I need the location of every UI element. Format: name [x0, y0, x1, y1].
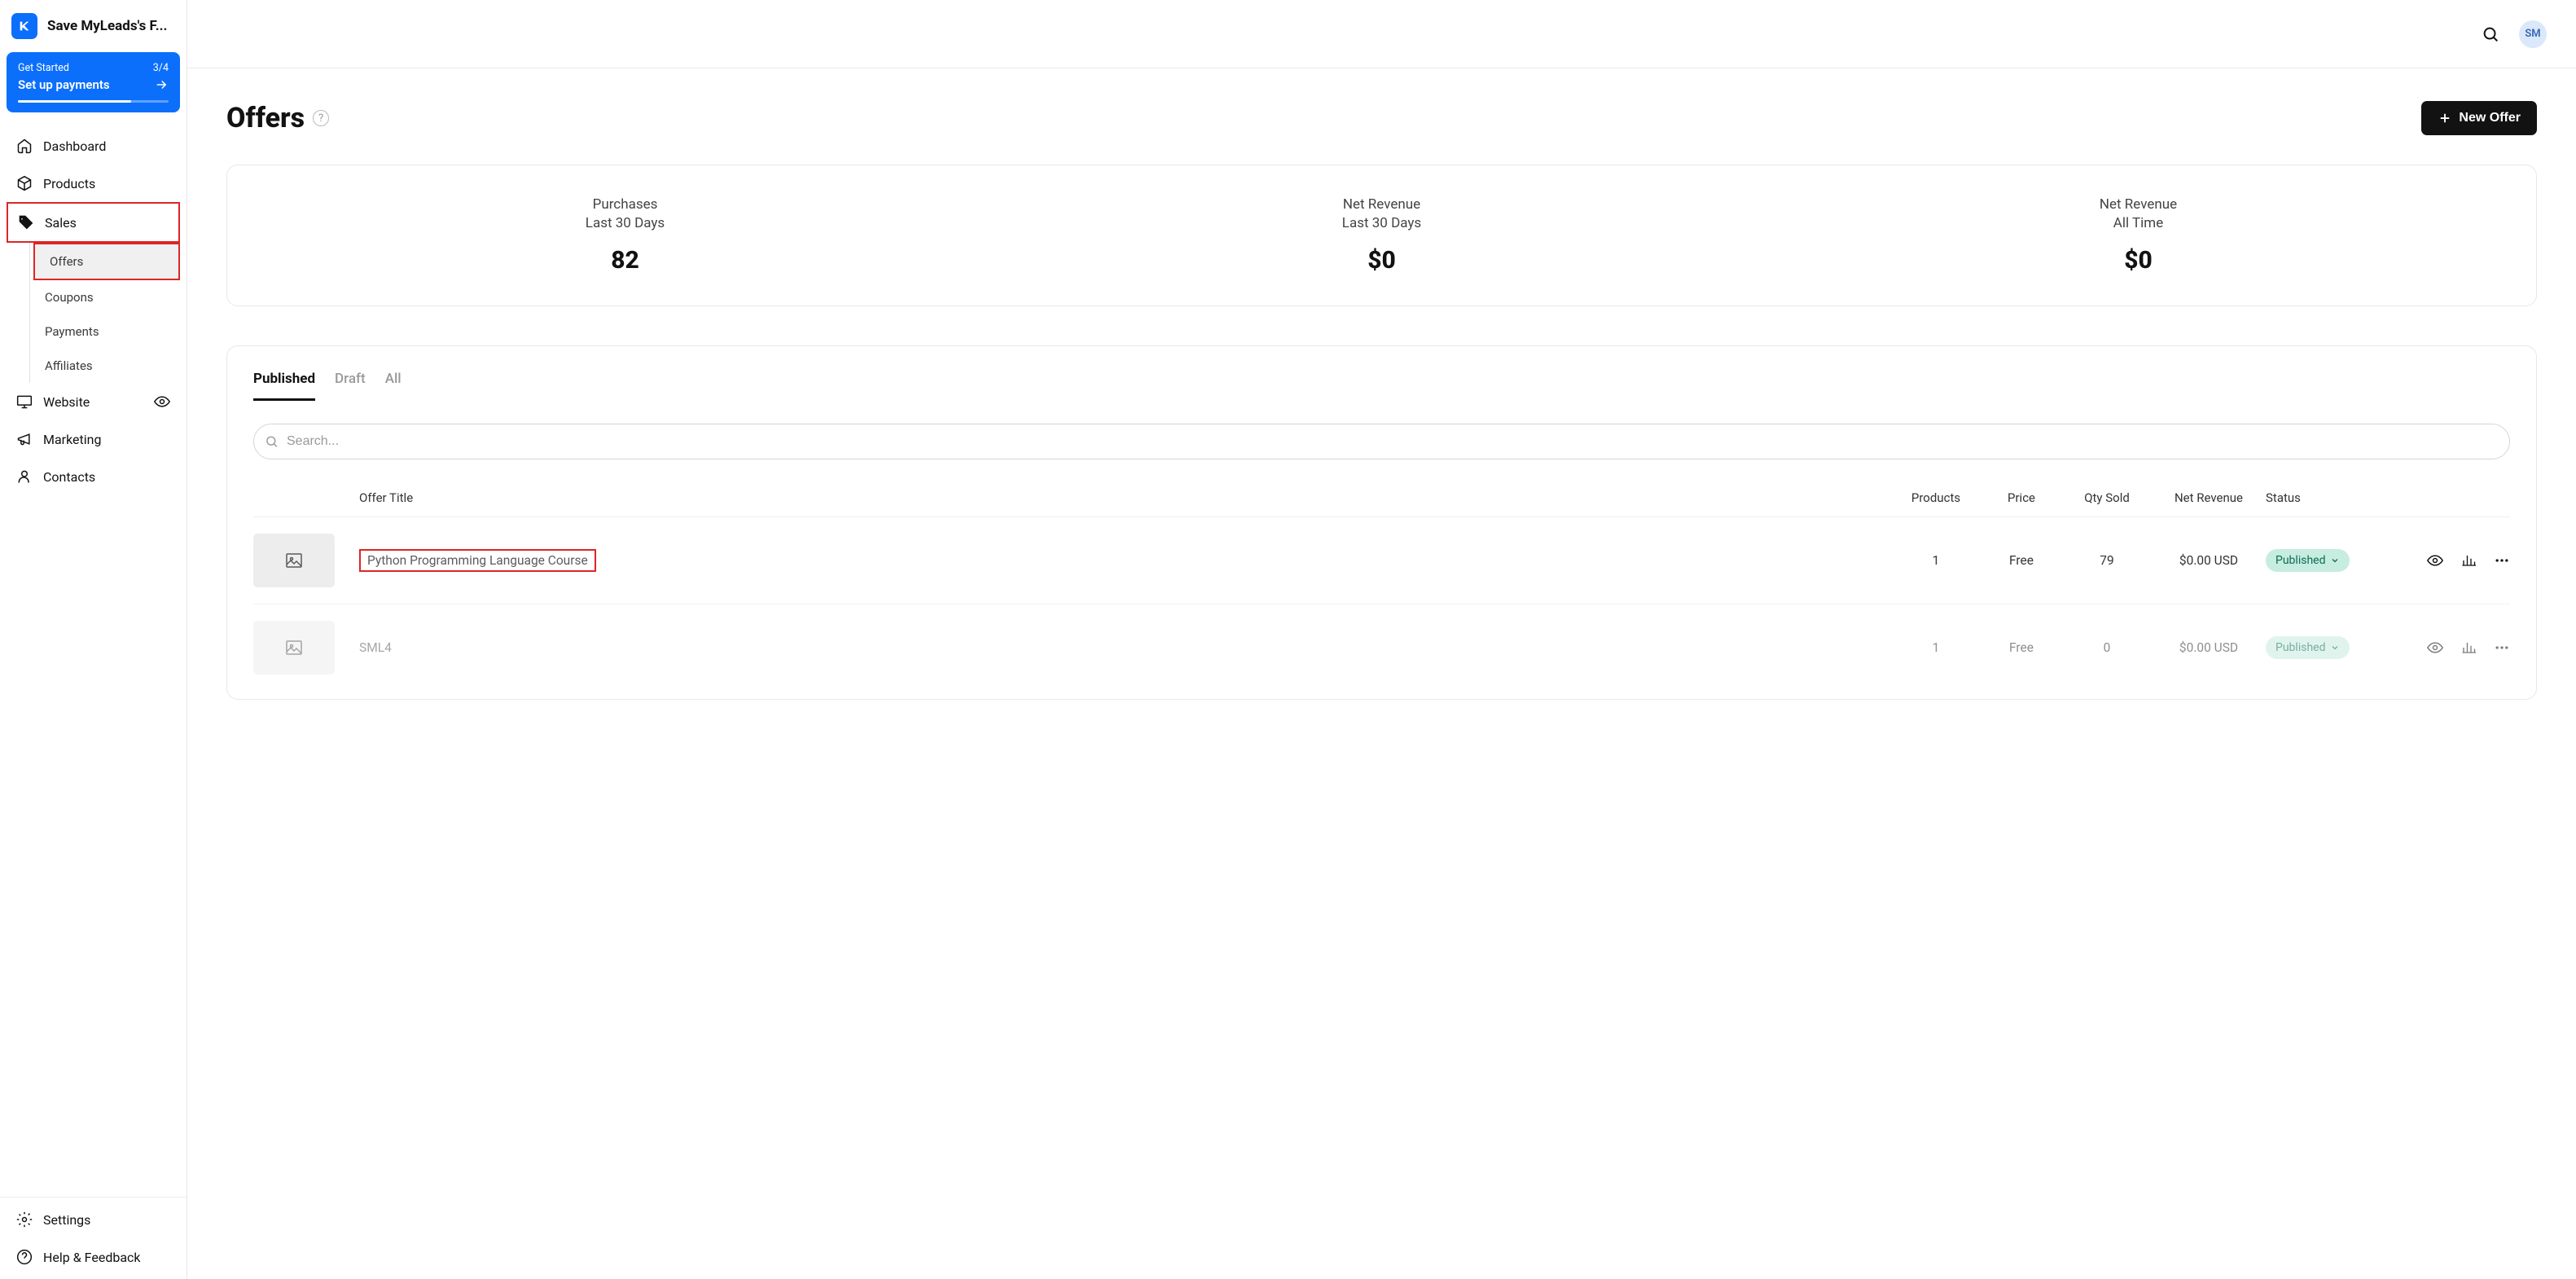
main: SM Offers ? New Offer Purchases Last 30 … [187, 0, 2576, 1279]
tab-published[interactable]: Published [253, 371, 315, 401]
sidebar-item-marketing[interactable]: Marketing [7, 420, 180, 458]
offer-title-link[interactable]: SML4 [359, 640, 392, 655]
status-badge[interactable]: Published [2266, 549, 2350, 572]
app-logo[interactable] [11, 13, 37, 39]
sidebar-subitem-coupons[interactable]: Coupons [30, 280, 180, 314]
bar-chart-icon[interactable] [2461, 553, 2476, 568]
cell-price: Free [1981, 553, 2062, 568]
sidebar-item-label: Help & Feedback [43, 1250, 141, 1265]
table-row: SML4 1 Free 0 $0.00 USD Published [253, 604, 2510, 675]
sidebar-item-label: Products [43, 176, 95, 191]
avatar[interactable]: SM [2519, 20, 2547, 48]
sidebar-item-dashboard[interactable]: Dashboard [7, 127, 180, 165]
stat-net-revenue-all: Net Revenue All Time $0 [1760, 196, 2517, 275]
sidebar-item-label: Marketing [43, 432, 101, 447]
tab-all[interactable]: All [385, 371, 402, 401]
get-started-title: Set up payments [18, 77, 110, 92]
table-row: Python Programming Language Course 1 Fre… [253, 517, 2510, 604]
page-title: Offers [226, 102, 305, 134]
sidebar-header: Save MyLeads's F... [0, 0, 187, 52]
home-icon [16, 138, 33, 154]
tab-draft[interactable]: Draft [335, 371, 366, 401]
sidebar-subitem-affiliates[interactable]: Affiliates [30, 349, 180, 383]
workspace-name[interactable]: Save MyLeads's F... [47, 18, 168, 34]
eye-icon[interactable] [154, 393, 170, 410]
offers-table: Offer Title Products Price Qty Sold Net … [253, 479, 2510, 675]
eye-icon[interactable] [2427, 552, 2443, 569]
more-horizontal-icon[interactable] [2494, 640, 2510, 656]
stat-net-revenue-30: Net Revenue Last 30 Days $0 [1003, 196, 1760, 275]
offer-thumbnail[interactable] [253, 534, 335, 587]
sidebar-item-label: Contacts [43, 469, 95, 485]
sidebar-item-website[interactable]: Website [7, 383, 180, 420]
sidebar-item-label: Website [43, 394, 90, 410]
chevron-down-icon [2330, 643, 2340, 653]
offer-title-link[interactable]: Python Programming Language Course [359, 549, 596, 572]
stats-card: Purchases Last 30 Days 82 Net Revenue La… [226, 165, 2537, 306]
sidebar-item-products[interactable]: Products [7, 165, 180, 202]
plus-icon [2438, 111, 2452, 125]
cell-price: Free [1981, 640, 2062, 655]
status-badge[interactable]: Published [2266, 636, 2350, 659]
bar-chart-icon[interactable] [2461, 640, 2476, 655]
help-icon[interactable]: ? [313, 110, 329, 126]
gear-icon [16, 1211, 33, 1228]
megaphone-icon [16, 431, 33, 447]
sidebar: Save MyLeads's F... Get Started 3/4 Set … [0, 0, 187, 1279]
offers-card: Published Draft All Offer Title Products… [226, 345, 2537, 700]
sidebar-footer: Settings Help & Feedback [0, 1197, 187, 1279]
get-started-progress: 3/4 [153, 62, 169, 74]
sidebar-item-sales[interactable]: Sales [7, 202, 180, 243]
get-started-progress-bar [18, 100, 169, 103]
cell-products: 1 [1891, 553, 1981, 568]
search-icon [265, 435, 279, 449]
offer-thumbnail[interactable] [253, 621, 335, 675]
image-icon [283, 551, 305, 570]
get-started-label: Get Started [18, 62, 69, 74]
sales-subitems: Offers Coupons Payments Affiliates [29, 243, 180, 383]
cell-qty: 79 [2062, 553, 2152, 568]
arrow-right-icon [154, 77, 169, 92]
sidebar-subitem-payments[interactable]: Payments [30, 314, 180, 349]
sidebar-item-help[interactable]: Help & Feedback [7, 1238, 180, 1276]
eye-icon[interactable] [2427, 640, 2443, 656]
sidebar-subitem-offers[interactable]: Offers [33, 243, 180, 280]
header-revenue: Net Revenue [2152, 490, 2266, 505]
header-products: Products [1891, 490, 1981, 505]
image-icon [283, 638, 305, 657]
sidebar-item-settings[interactable]: Settings [7, 1201, 180, 1238]
chevron-down-icon [2330, 556, 2340, 565]
topbar: SM [187, 0, 2576, 68]
sidebar-item-label: Settings [43, 1212, 90, 1228]
user-icon [16, 468, 33, 485]
header-title: Offer Title [359, 490, 1891, 505]
sidebar-item-label: Sales [45, 215, 77, 231]
monitor-icon [16, 393, 33, 410]
sidebar-item-contacts[interactable]: Contacts [7, 458, 180, 495]
tabs: Published Draft All [253, 371, 2510, 401]
search-icon[interactable] [2482, 25, 2499, 43]
get-started-card[interactable]: Get Started 3/4 Set up payments [7, 52, 180, 112]
tag-icon [18, 214, 34, 231]
header-qty: Qty Sold [2062, 490, 2152, 505]
more-horizontal-icon[interactable] [2494, 552, 2510, 569]
box-icon [16, 175, 33, 191]
search-input[interactable] [253, 424, 2510, 459]
header-status: Status [2266, 490, 2380, 505]
stat-purchases: Purchases Last 30 Days 82 [247, 196, 1003, 275]
help-circle-icon [16, 1249, 33, 1265]
cell-revenue: $0.00 USD [2152, 640, 2266, 655]
content: Offers ? New Offer Purchases Last 30 Day… [187, 68, 2576, 1279]
cell-qty: 0 [2062, 640, 2152, 655]
table-header: Offer Title Products Price Qty Sold Net … [253, 479, 2510, 517]
new-offer-button[interactable]: New Offer [2421, 101, 2537, 135]
header-price: Price [1981, 490, 2062, 505]
cell-revenue: $0.00 USD [2152, 553, 2266, 568]
cell-products: 1 [1891, 640, 1981, 655]
sidebar-item-label: Dashboard [43, 138, 106, 154]
search-wrap [253, 424, 2510, 459]
